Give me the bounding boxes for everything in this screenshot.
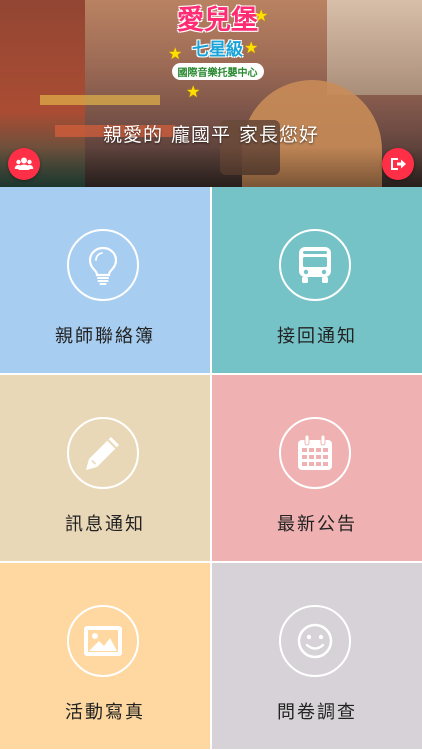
tile-label: 訊息通知 [65, 514, 145, 535]
greeting-suffix: 家長您好 [239, 124, 320, 146]
background-window [327, 0, 422, 95]
tile-icon-circle [279, 605, 351, 677]
greeting-text: 親愛的 龐國平 家長您好 [0, 120, 422, 147]
star-icon: ★ [244, 38, 259, 57]
star-icon: ★ [254, 6, 269, 25]
tile-icon-circle [67, 605, 139, 677]
pencil-icon [86, 437, 119, 470]
tile-label: 問卷調查 [277, 702, 357, 723]
users-button[interactable] [8, 148, 40, 180]
logout-icon [391, 158, 406, 170]
background-stripe [40, 95, 160, 105]
tile-icon-circle [279, 417, 351, 489]
image-icon [84, 626, 122, 656]
menu-grid: 親師聯絡簿 接回通知 訊息通知 最新公告 活動寫真 問卷調查 [0, 187, 422, 750]
tile-survey[interactable]: 問卷調查 [212, 563, 422, 749]
greeting-name: 龐國平 [170, 124, 231, 146]
users-icon [14, 157, 34, 170]
greeting-prefix: 親愛的 [102, 124, 163, 146]
tile-label: 接回通知 [277, 326, 357, 347]
tile-announcements[interactable]: 最新公告 [212, 375, 422, 561]
tile-pickup-notice[interactable]: 接回通知 [212, 187, 422, 373]
bus-icon [299, 247, 331, 283]
logout-button[interactable] [382, 148, 414, 180]
background-floor [0, 147, 422, 187]
grid-divider-horizontal [0, 373, 422, 375]
calendar-icon [298, 434, 332, 470]
star-icon: ★ [168, 44, 183, 63]
tile-icon-circle [67, 417, 139, 489]
app-root: 愛兒堡 七星級 國際音樂托嬰中心 ★ ★ ★ ★ 親愛的 龐國平 家長您好 親師… [0, 0, 422, 750]
tile-label: 最新公告 [277, 514, 357, 535]
tile-photos[interactable]: 活動寫真 [0, 563, 210, 749]
lightbulb-icon [88, 246, 118, 285]
tile-label: 活動寫真 [65, 702, 145, 723]
tile-icon-circle [67, 229, 139, 301]
header-banner: 愛兒堡 七星級 國際音樂托嬰中心 ★ ★ ★ ★ 親愛的 龐國平 家長您好 [0, 0, 422, 187]
tile-contact-book[interactable]: 親師聯絡簿 [0, 187, 210, 373]
smiley-icon [297, 623, 333, 659]
grid-divider-vertical [210, 187, 212, 750]
tile-icon-circle [279, 229, 351, 301]
tile-label: 親師聯絡簿 [55, 326, 155, 347]
star-icon: ★ [186, 82, 201, 101]
grid-divider-horizontal [0, 561, 422, 563]
tile-messages[interactable]: 訊息通知 [0, 375, 210, 561]
logo-tagline: 國際音樂托嬰中心 [171, 63, 264, 80]
